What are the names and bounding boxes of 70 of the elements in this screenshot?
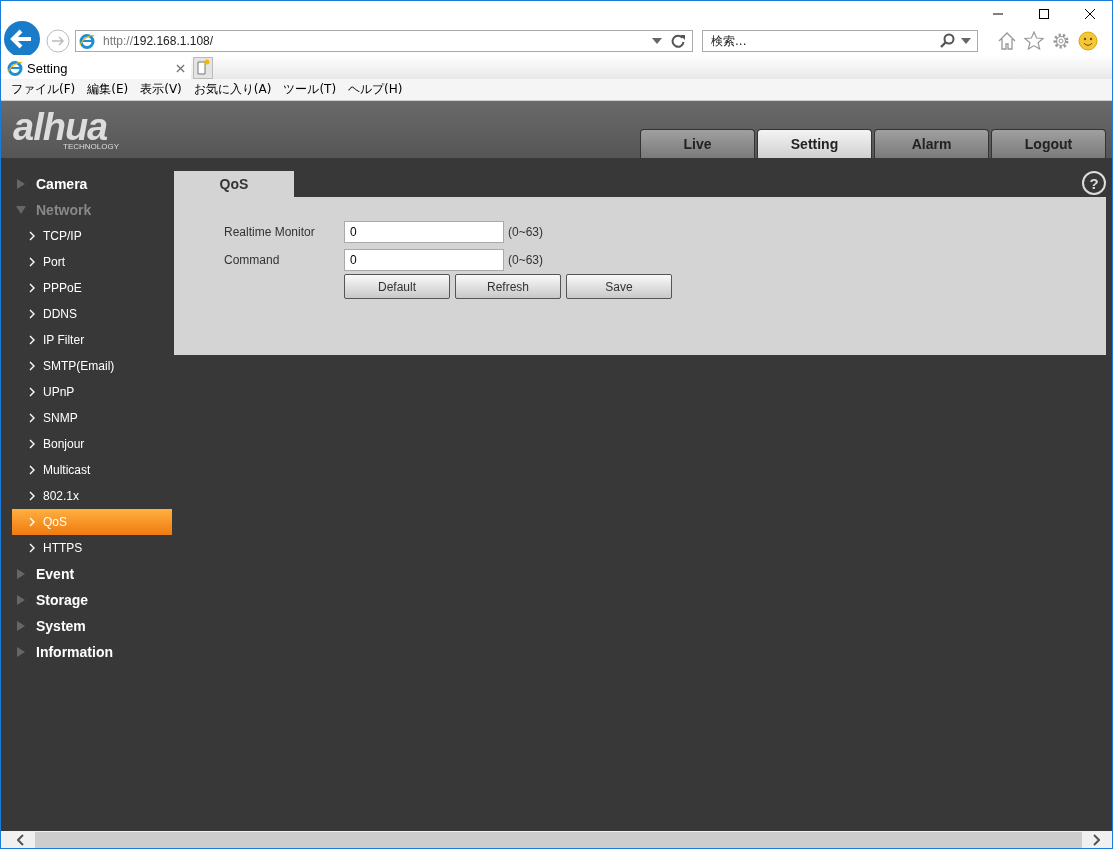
scroll-left-icon[interactable] xyxy=(17,833,25,846)
action-button[interactable]: Default xyxy=(344,274,450,299)
help-button[interactable]: ? xyxy=(1082,171,1106,195)
browser-e-icon xyxy=(79,33,95,49)
sidebar-item[interactable]: Storage xyxy=(12,587,172,613)
menu-item[interactable]: お気に入り(A) xyxy=(193,81,272,98)
chevron-right-icon xyxy=(29,257,35,267)
maximize-icon[interactable] xyxy=(1038,8,1050,20)
sidebar-subitem[interactable]: DDNS xyxy=(12,301,172,327)
chevron-right-icon xyxy=(29,491,35,501)
dropdown-caret-icon[interactable] xyxy=(961,38,971,44)
chevron-right-icon xyxy=(29,231,35,241)
action-button[interactable]: Save xyxy=(566,274,672,299)
chevron-right-icon xyxy=(29,439,35,449)
refresh-icon[interactable] xyxy=(670,33,686,49)
sidebar-item[interactable]: System xyxy=(12,613,172,639)
sidebar-subitem[interactable]: Bonjour xyxy=(12,431,172,457)
nav-tab[interactable]: Logout xyxy=(991,129,1106,158)
dropdown-caret-icon[interactable] xyxy=(652,38,662,44)
input-field[interactable]: 0 xyxy=(344,249,504,271)
menu-item[interactable]: ファイル(F) xyxy=(11,81,76,98)
sidebar-subitem[interactable]: Port xyxy=(12,249,172,275)
chevron-right-icon xyxy=(29,387,35,397)
chevron-right-icon xyxy=(29,517,35,527)
input-field[interactable]: 0 xyxy=(344,221,504,243)
scroll-right-icon[interactable] xyxy=(1092,833,1100,846)
settings-icon[interactable] xyxy=(1051,31,1071,51)
nav-tab[interactable]: Live xyxy=(640,129,755,158)
range-hint: (0~63) xyxy=(508,225,544,239)
browser-tab[interactable]: Setting xyxy=(1,57,191,79)
home-icon[interactable] xyxy=(997,31,1017,51)
nav-tab[interactable]: Alarm xyxy=(874,129,989,158)
sidebar-item[interactable]: Information xyxy=(12,639,172,665)
chevron-right-icon xyxy=(29,283,35,293)
nav-tab[interactable]: Setting xyxy=(757,129,872,158)
sidebar-subitem[interactable]: UPnP xyxy=(12,379,172,405)
sidebar-subitem[interactable]: SMTP(Email) xyxy=(12,353,172,379)
menu-item[interactable]: 編集(E) xyxy=(87,81,129,98)
menu-item[interactable]: 表示(V) xyxy=(140,81,182,98)
browser-e-icon xyxy=(7,60,23,76)
sidebar-item[interactable]: Camera xyxy=(12,171,172,197)
field-label: Command xyxy=(224,253,281,267)
chevron-right-icon xyxy=(29,309,35,319)
chevron-right-icon xyxy=(29,543,35,553)
chevron-right-icon xyxy=(29,361,35,371)
menu-item[interactable]: ヘルプ(H) xyxy=(348,81,403,98)
star-icon[interactable] xyxy=(1024,31,1044,51)
chevron-right-icon xyxy=(29,413,35,423)
close-icon[interactable] xyxy=(1084,8,1096,20)
sidebar-item[interactable]: Event xyxy=(12,561,172,587)
range-hint: (0~63) xyxy=(508,253,544,267)
panel-tab[interactable]: QoS xyxy=(174,171,294,197)
search-field[interactable]: 検索... xyxy=(702,30,978,52)
chevron-right-icon xyxy=(29,335,35,345)
chevron-right-icon xyxy=(29,465,35,475)
action-button[interactable]: Refresh xyxy=(455,274,561,299)
sidebar-subitem[interactable]: PPPoE xyxy=(12,275,172,301)
url-text: http://192.168.1.108/ xyxy=(103,34,214,48)
sidebar-subitem[interactable]: HTTPS xyxy=(12,535,172,561)
menu-item[interactable]: ツール(T) xyxy=(283,81,337,98)
sidebar-subitem[interactable]: TCP/IP xyxy=(12,223,172,249)
field-label: Realtime Monitor xyxy=(224,225,316,239)
scrollbar-thumb[interactable] xyxy=(35,831,1082,848)
sidebar-subitem[interactable]: IP Filter xyxy=(12,327,172,353)
search-icon[interactable] xyxy=(939,33,955,49)
address-bar[interactable]: http://192.168.1.108/ xyxy=(75,30,693,52)
sidebar-subitem[interactable]: Multicast xyxy=(12,457,172,483)
sidebar-subitem[interactable]: 802.1x xyxy=(12,483,172,509)
sidebar-subitem[interactable]: SNMP xyxy=(12,405,172,431)
smiley-icon[interactable] xyxy=(1078,31,1098,51)
